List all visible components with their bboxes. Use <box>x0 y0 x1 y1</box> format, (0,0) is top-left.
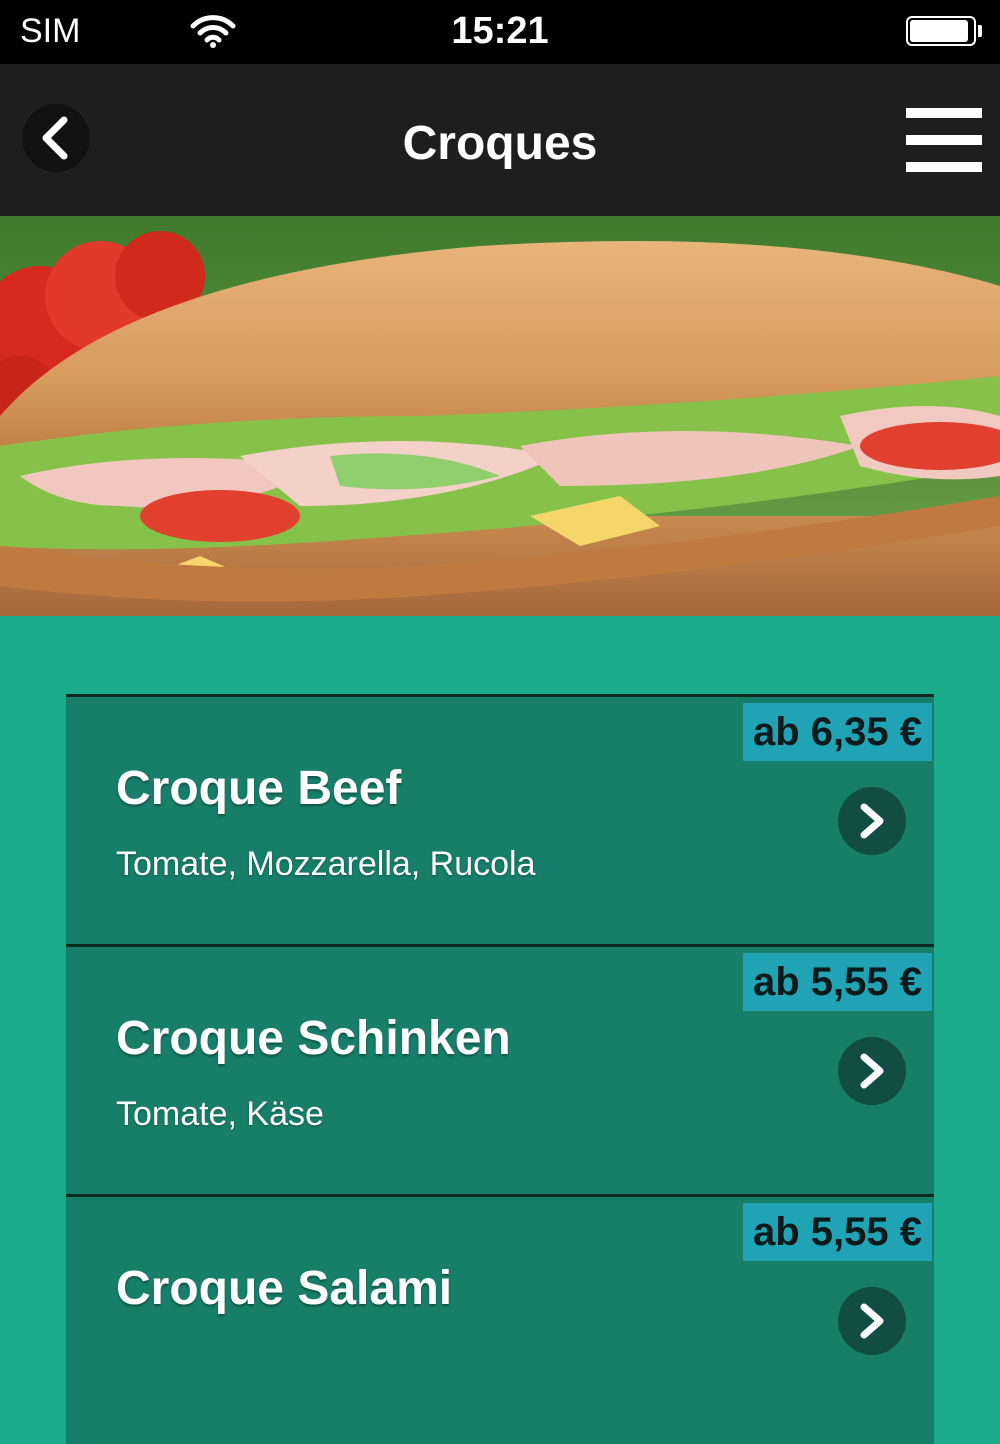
chevron-right-icon <box>860 1053 884 1089</box>
baguette-sandwich-photo <box>0 216 1000 616</box>
status-bar: SIM 15:21 <box>0 0 1000 64</box>
clock: 15:21 <box>451 10 549 52</box>
hamburger-menu-icon <box>906 108 982 118</box>
chevron-right-button[interactable] <box>838 1287 906 1355</box>
hamburger-menu-button[interactable] <box>906 108 982 172</box>
chevron-right-button[interactable] <box>838 1037 906 1105</box>
menu-list: ab 6,35 € Croque Beef Tomate, Mozzarella… <box>66 694 934 1444</box>
price-badge: ab 5,55 € <box>742 1203 932 1261</box>
menu-item-croque-salami[interactable]: ab 5,55 € Croque Salami <box>66 1194 934 1444</box>
hero-image <box>0 216 1000 616</box>
menu-item-croque-schinken[interactable]: ab 5,55 € Croque Schinken Tomate, Käse <box>66 944 934 1194</box>
item-description: Tomate, Mozzarella, Rucola <box>116 845 536 883</box>
chevron-right-button[interactable] <box>838 787 906 855</box>
item-name: Croque Beef <box>116 762 402 815</box>
chevron-right-icon <box>860 803 884 839</box>
price-badge: ab 5,55 € <box>742 953 932 1011</box>
item-description: Tomate, Käse <box>116 1095 324 1133</box>
battery-icon <box>906 16 982 46</box>
menu-item-croque-beef[interactable]: ab 6,35 € Croque Beef Tomate, Mozzarella… <box>66 694 934 944</box>
price-badge: ab 6,35 € <box>742 703 932 761</box>
item-name: Croque Salami <box>116 1262 453 1315</box>
navigation-bar: Croques <box>0 64 1000 216</box>
item-name: Croque Schinken <box>116 1012 511 1065</box>
page-title: Croques <box>402 117 598 170</box>
chevron-right-icon <box>860 1303 884 1339</box>
